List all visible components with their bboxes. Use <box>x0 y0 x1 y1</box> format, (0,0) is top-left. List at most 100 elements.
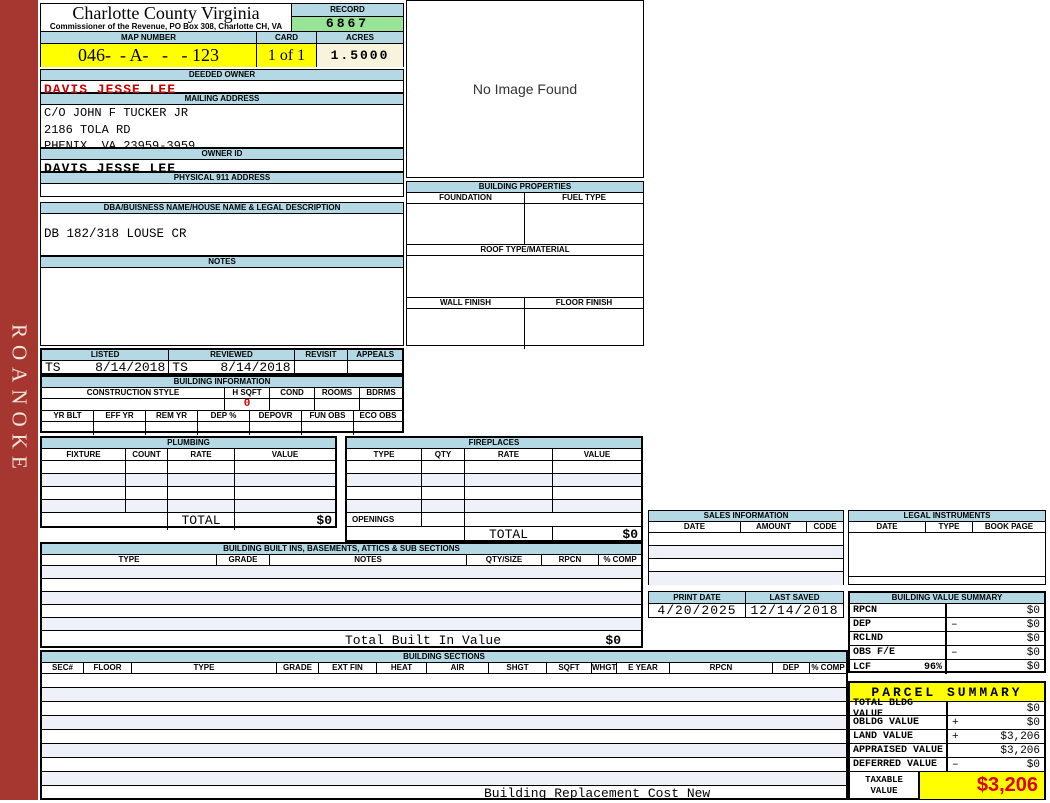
built-ins-total-label: Total Built In Value <box>345 632 502 648</box>
bs-col-grade: GRADE <box>277 663 319 673</box>
cond-value <box>270 399 315 410</box>
card-value: 1 of 1 <box>257 44 317 67</box>
map-card-acres-box: MAP NUMBER CARD ACRES 046- - A- - - 123 … <box>40 31 404 67</box>
fireplaces-total-row: TOTAL $0 <box>347 527 641 543</box>
roanoke-banner-label: ROANOKE <box>7 324 32 476</box>
plumbing-row <box>42 461 335 474</box>
bvs-op: – <box>951 618 958 631</box>
building-sections-box: BUILDING SECTIONS SEC# FLOOR TYPE GRADE … <box>40 650 848 801</box>
building-sections-row <box>42 702 846 716</box>
print-date-label: PRINT DATE <box>649 592 746 603</box>
fireplaces-col-type: TYPE <box>347 449 422 460</box>
built-ins-total-value: $0 <box>605 632 621 648</box>
bvs-row-dep: DEP – $0 <box>850 618 1044 632</box>
building-sections-row <box>42 730 846 744</box>
legal-instruments-row <box>849 577 1045 585</box>
parcel-value: $0 <box>1026 702 1040 715</box>
col-fun-obs: FUN OBS <box>302 411 354 421</box>
bs-col-shgt: SHGT <box>489 663 547 673</box>
bs-col-floor: FLOOR <box>84 663 132 673</box>
record-value: 6867 <box>292 17 403 31</box>
reviewed-value: TS 8/14/2018 <box>169 360 295 375</box>
deeded-owner-box: DEEDED OWNER DAVIS JESSE LEE <box>40 69 404 97</box>
legal-instruments-area <box>849 533 1045 577</box>
plumbing-box: PLUMBING FIXTURE COUNT RATE VALUE TOTAL … <box>40 436 337 530</box>
bvs-row-rpcn: RPCN $0 <box>850 604 1044 618</box>
plumbing-row <box>42 474 335 487</box>
depovr-value <box>250 422 302 435</box>
fireplaces-row <box>347 487 641 500</box>
built-ins-row <box>42 618 641 631</box>
built-ins-total-row: Total Built In Value $0 <box>42 631 641 649</box>
parcel-op: + <box>952 716 959 729</box>
yr-blt-value <box>42 422 94 435</box>
notes-box: NOTES <box>40 256 404 346</box>
bs-col-dep: DEP <box>773 663 810 673</box>
bs-col-eyear: E YEAR <box>617 663 670 673</box>
fireplaces-row <box>347 500 641 513</box>
wall-finish-label: WALL FINISH <box>407 298 525 308</box>
parcel-value: $3,206 <box>1000 730 1040 743</box>
col-bdrms: BDRMS <box>366 388 396 397</box>
bs-col-air: AIR <box>427 663 489 673</box>
bs-col-whgt: WHGT <box>592 663 617 673</box>
legal-description-label: DBA/BUISNESS NAME/HOUSE NAME & LEGAL DES… <box>41 203 403 214</box>
bvs-pct: 96% <box>923 661 942 673</box>
building-sections-row <box>42 688 846 702</box>
built-ins-col-notes: NOTES <box>270 555 467 565</box>
fun-obs-value <box>302 422 354 435</box>
built-ins-box: BUILDING BUILT INS, BASEMENTS, ATTICS & … <box>40 542 643 648</box>
col-dep-pct: DEP % <box>198 411 250 421</box>
bvs-value: $0 <box>1026 632 1040 645</box>
plumbing-row <box>42 487 335 500</box>
physical-address-value <box>41 184 403 186</box>
plumbing-col-rate: RATE <box>168 449 235 460</box>
sales-info-title: SALES INFORMATION <box>649 511 843 522</box>
parcel-label: TOTAL BLDG VALUE <box>850 698 948 720</box>
eff-yr-value <box>94 422 146 435</box>
parcel-value: $3,206 <box>1000 744 1040 757</box>
bvs-row-lcf: LCF 96% $0 <box>850 660 1044 674</box>
bvs-label: OBS F/E <box>853 647 896 658</box>
roanoke-banner: ROANOKE <box>0 0 38 800</box>
col-construction-style: CONSTRUCTION STYLE <box>42 388 225 398</box>
fireplaces-title: FIREPLACES <box>347 438 641 449</box>
bs-col-rpcn: RPCN <box>670 663 773 673</box>
no-image-text: No Image Found <box>472 81 578 97</box>
foundation-value <box>407 204 525 244</box>
sales-col-code: CODE <box>813 522 837 531</box>
eco-obs-value <box>354 422 402 435</box>
review-box: LISTED REVIEWED REVISIT APPEALS TS 8/14/… <box>40 348 404 375</box>
fireplaces-col-rate: RATE <box>465 449 553 460</box>
parcel-value: $0 <box>1026 716 1040 729</box>
mailing-address-label: MAILING ADDRESS <box>41 94 403 105</box>
legal-col-bookpage: BOOK PAGE <box>984 522 1034 531</box>
deeded-owner-label: DEEDED OWNER <box>41 70 403 81</box>
rem-yr-value <box>146 422 198 435</box>
parcel-op: + <box>952 730 959 743</box>
taxable-value-amount: $3,206 <box>920 772 1044 799</box>
record-box: RECORD 6867 <box>291 4 403 31</box>
acres-value: 1.5000 <box>317 44 403 67</box>
sales-col-amount: AMOUNT <box>741 522 807 532</box>
plumbing-total-label: TOTAL <box>168 513 235 530</box>
physical-address-label: PHYSICAL 911 ADDRESS <box>41 173 403 184</box>
county-title: Charlotte County Virginia <box>72 4 260 23</box>
parcel-row-deferred: DEFERRED VALUE – $0 <box>850 758 1044 772</box>
legal-col-date: DATE <box>849 522 926 532</box>
built-ins-row <box>42 592 641 605</box>
print-date-value: 4/20/2025 <box>649 604 746 618</box>
last-saved-label: LAST SAVED <box>746 592 843 603</box>
legal-instruments-box: LEGAL INSTRUMENTS DATE TYPE BOOK PAGE <box>848 510 1046 585</box>
parcel-summary-box: PARCEL SUMMARY TOTAL BLDG VALUE $0 OBLDG… <box>848 681 1046 800</box>
built-ins-col-qty-size: QTY/SIZE <box>467 555 542 565</box>
bvs-label: DEP <box>853 619 872 630</box>
openings-label: OPENINGS <box>347 513 422 526</box>
hsqft-value: 0 <box>225 399 270 410</box>
built-ins-title: BUILDING BUILT INS, BASEMENTS, ATTICS & … <box>42 544 641 555</box>
owner-id-label: OWNER ID <box>41 149 403 160</box>
parcel-label: OBLDG VALUE <box>850 716 948 729</box>
reviewed-by: TS <box>172 360 188 375</box>
built-ins-row <box>42 605 641 618</box>
fireplaces-box: FIREPLACES TYPE QTY RATE VALUE OPENINGS … <box>345 436 643 543</box>
